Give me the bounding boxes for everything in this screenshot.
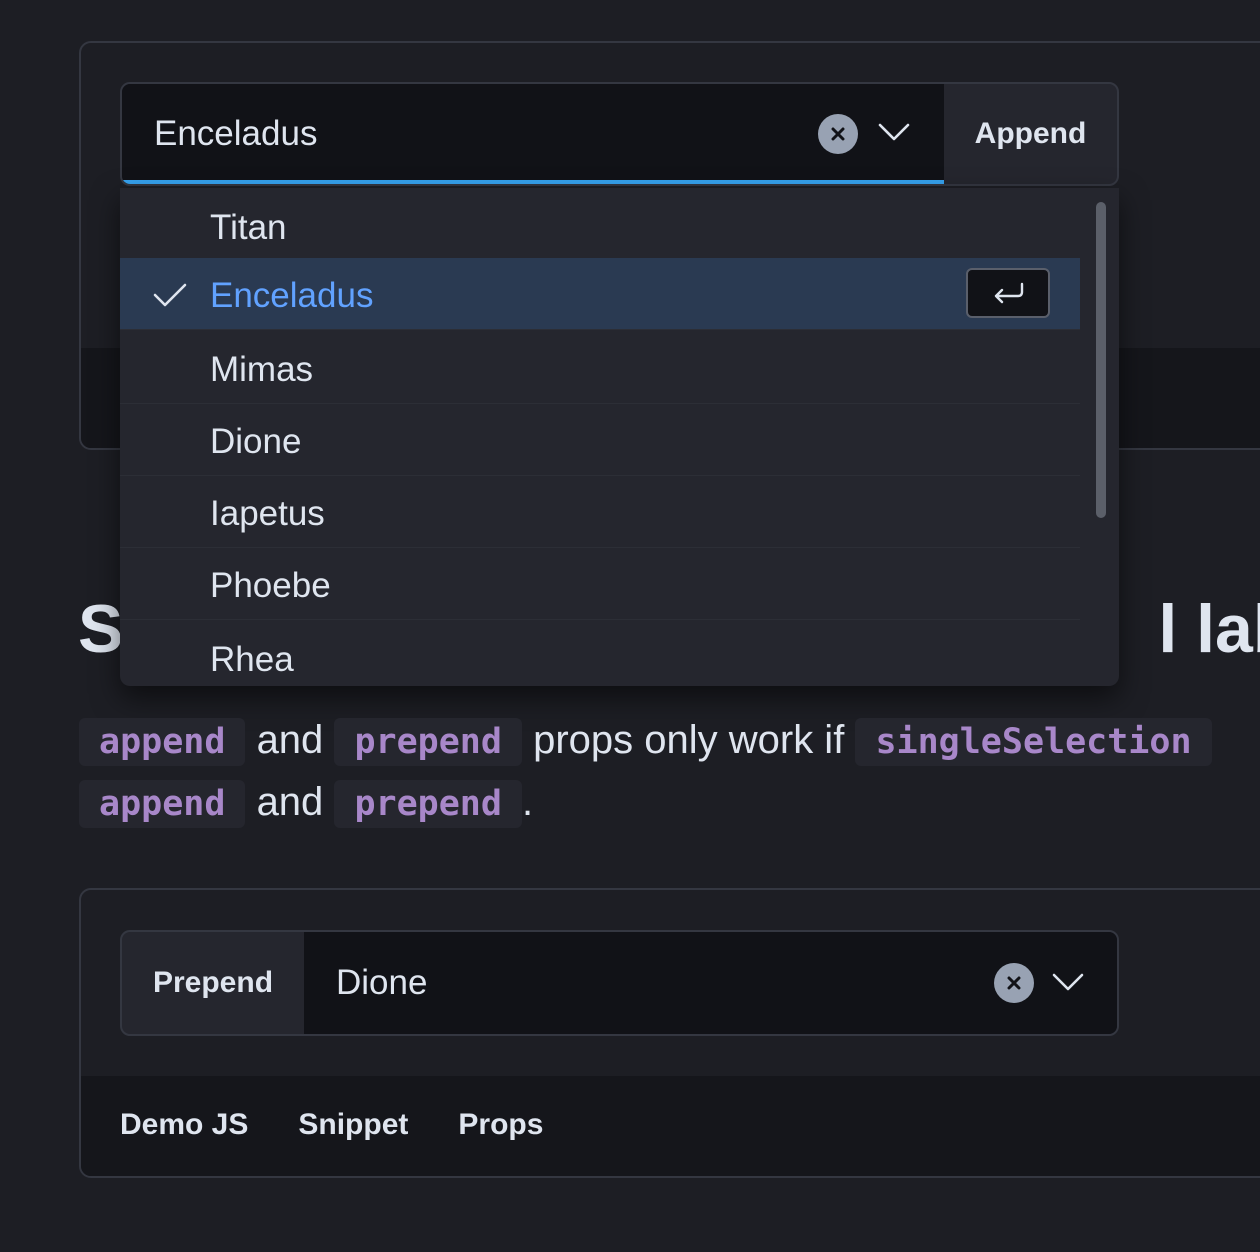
listbox-scrollbar[interactable] xyxy=(1096,202,1106,518)
page: Sl labe Enceladus Append Titan Enceladus xyxy=(0,0,1260,1252)
dropdown-listbox: Titan Enceladus Mimas Dione Iapetus Phoe… xyxy=(120,188,1119,686)
enter-key-icon xyxy=(966,268,1050,318)
chevron-down-icon[interactable] xyxy=(878,122,910,147)
option-label: Phoebe xyxy=(210,566,331,605)
clear-icon[interactable] xyxy=(994,963,1034,1003)
combo-box-append: Enceladus Append xyxy=(120,82,1119,186)
list-option-phoebe[interactable]: Phoebe xyxy=(120,548,1080,620)
code-prepend: prepend xyxy=(334,780,522,828)
list-option-rhea[interactable]: Rhea xyxy=(120,622,1080,686)
section-heading-start: S xyxy=(78,591,124,667)
code-single-selection: singleSelection xyxy=(855,718,1212,766)
paragraph-line-1: append and prepend props only work if si… xyxy=(79,710,1260,772)
combo-box-value: Enceladus xyxy=(154,114,318,153)
demo-tabs: Demo JS Snippet Props xyxy=(120,1108,543,1142)
text-period: . xyxy=(521,780,534,824)
option-label: Mimas xyxy=(210,350,314,389)
tab-demo-js[interactable]: Demo JS xyxy=(120,1108,248,1142)
option-label: Enceladus xyxy=(210,276,374,315)
text-and: and xyxy=(256,718,324,762)
option-label: Titan xyxy=(210,208,287,247)
code-append: append xyxy=(79,780,246,828)
paragraph-line-2: append and prepend. xyxy=(79,772,1260,834)
combo-box-value: Dione xyxy=(336,963,428,1002)
list-option-mimas[interactable]: Mimas xyxy=(120,332,1080,404)
section-heading-end: l labe xyxy=(1158,591,1260,667)
combo-box-prepend: Prepend Dione xyxy=(120,930,1119,1036)
code-prepend: prepend xyxy=(334,718,522,766)
check-icon xyxy=(153,282,187,313)
description-paragraph: append and prepend props only work if si… xyxy=(79,710,1260,834)
clear-icon[interactable] xyxy=(818,114,858,154)
text-and: and xyxy=(256,780,324,824)
combo-box-input[interactable]: Enceladus xyxy=(122,84,944,184)
list-option-dione[interactable]: Dione xyxy=(120,404,1080,476)
chevron-down-icon[interactable] xyxy=(1052,972,1084,997)
tab-props[interactable]: Props xyxy=(458,1108,543,1142)
list-option-titan[interactable]: Titan xyxy=(120,190,1080,262)
prepend-label: Prepend xyxy=(152,966,274,999)
combo-box-input[interactable]: Dione xyxy=(304,932,1117,1034)
option-label: Dione xyxy=(210,422,302,461)
append-label: Append xyxy=(974,117,1087,150)
text-props-only-work-if: props only work if xyxy=(533,718,845,762)
list-option-iapetus[interactable]: Iapetus xyxy=(120,476,1080,548)
code-append: append xyxy=(79,718,246,766)
option-label: Iapetus xyxy=(210,494,325,533)
option-label: Rhea xyxy=(210,640,294,679)
list-option-enceladus[interactable]: Enceladus xyxy=(120,258,1080,330)
tab-snippet[interactable]: Snippet xyxy=(298,1108,408,1142)
